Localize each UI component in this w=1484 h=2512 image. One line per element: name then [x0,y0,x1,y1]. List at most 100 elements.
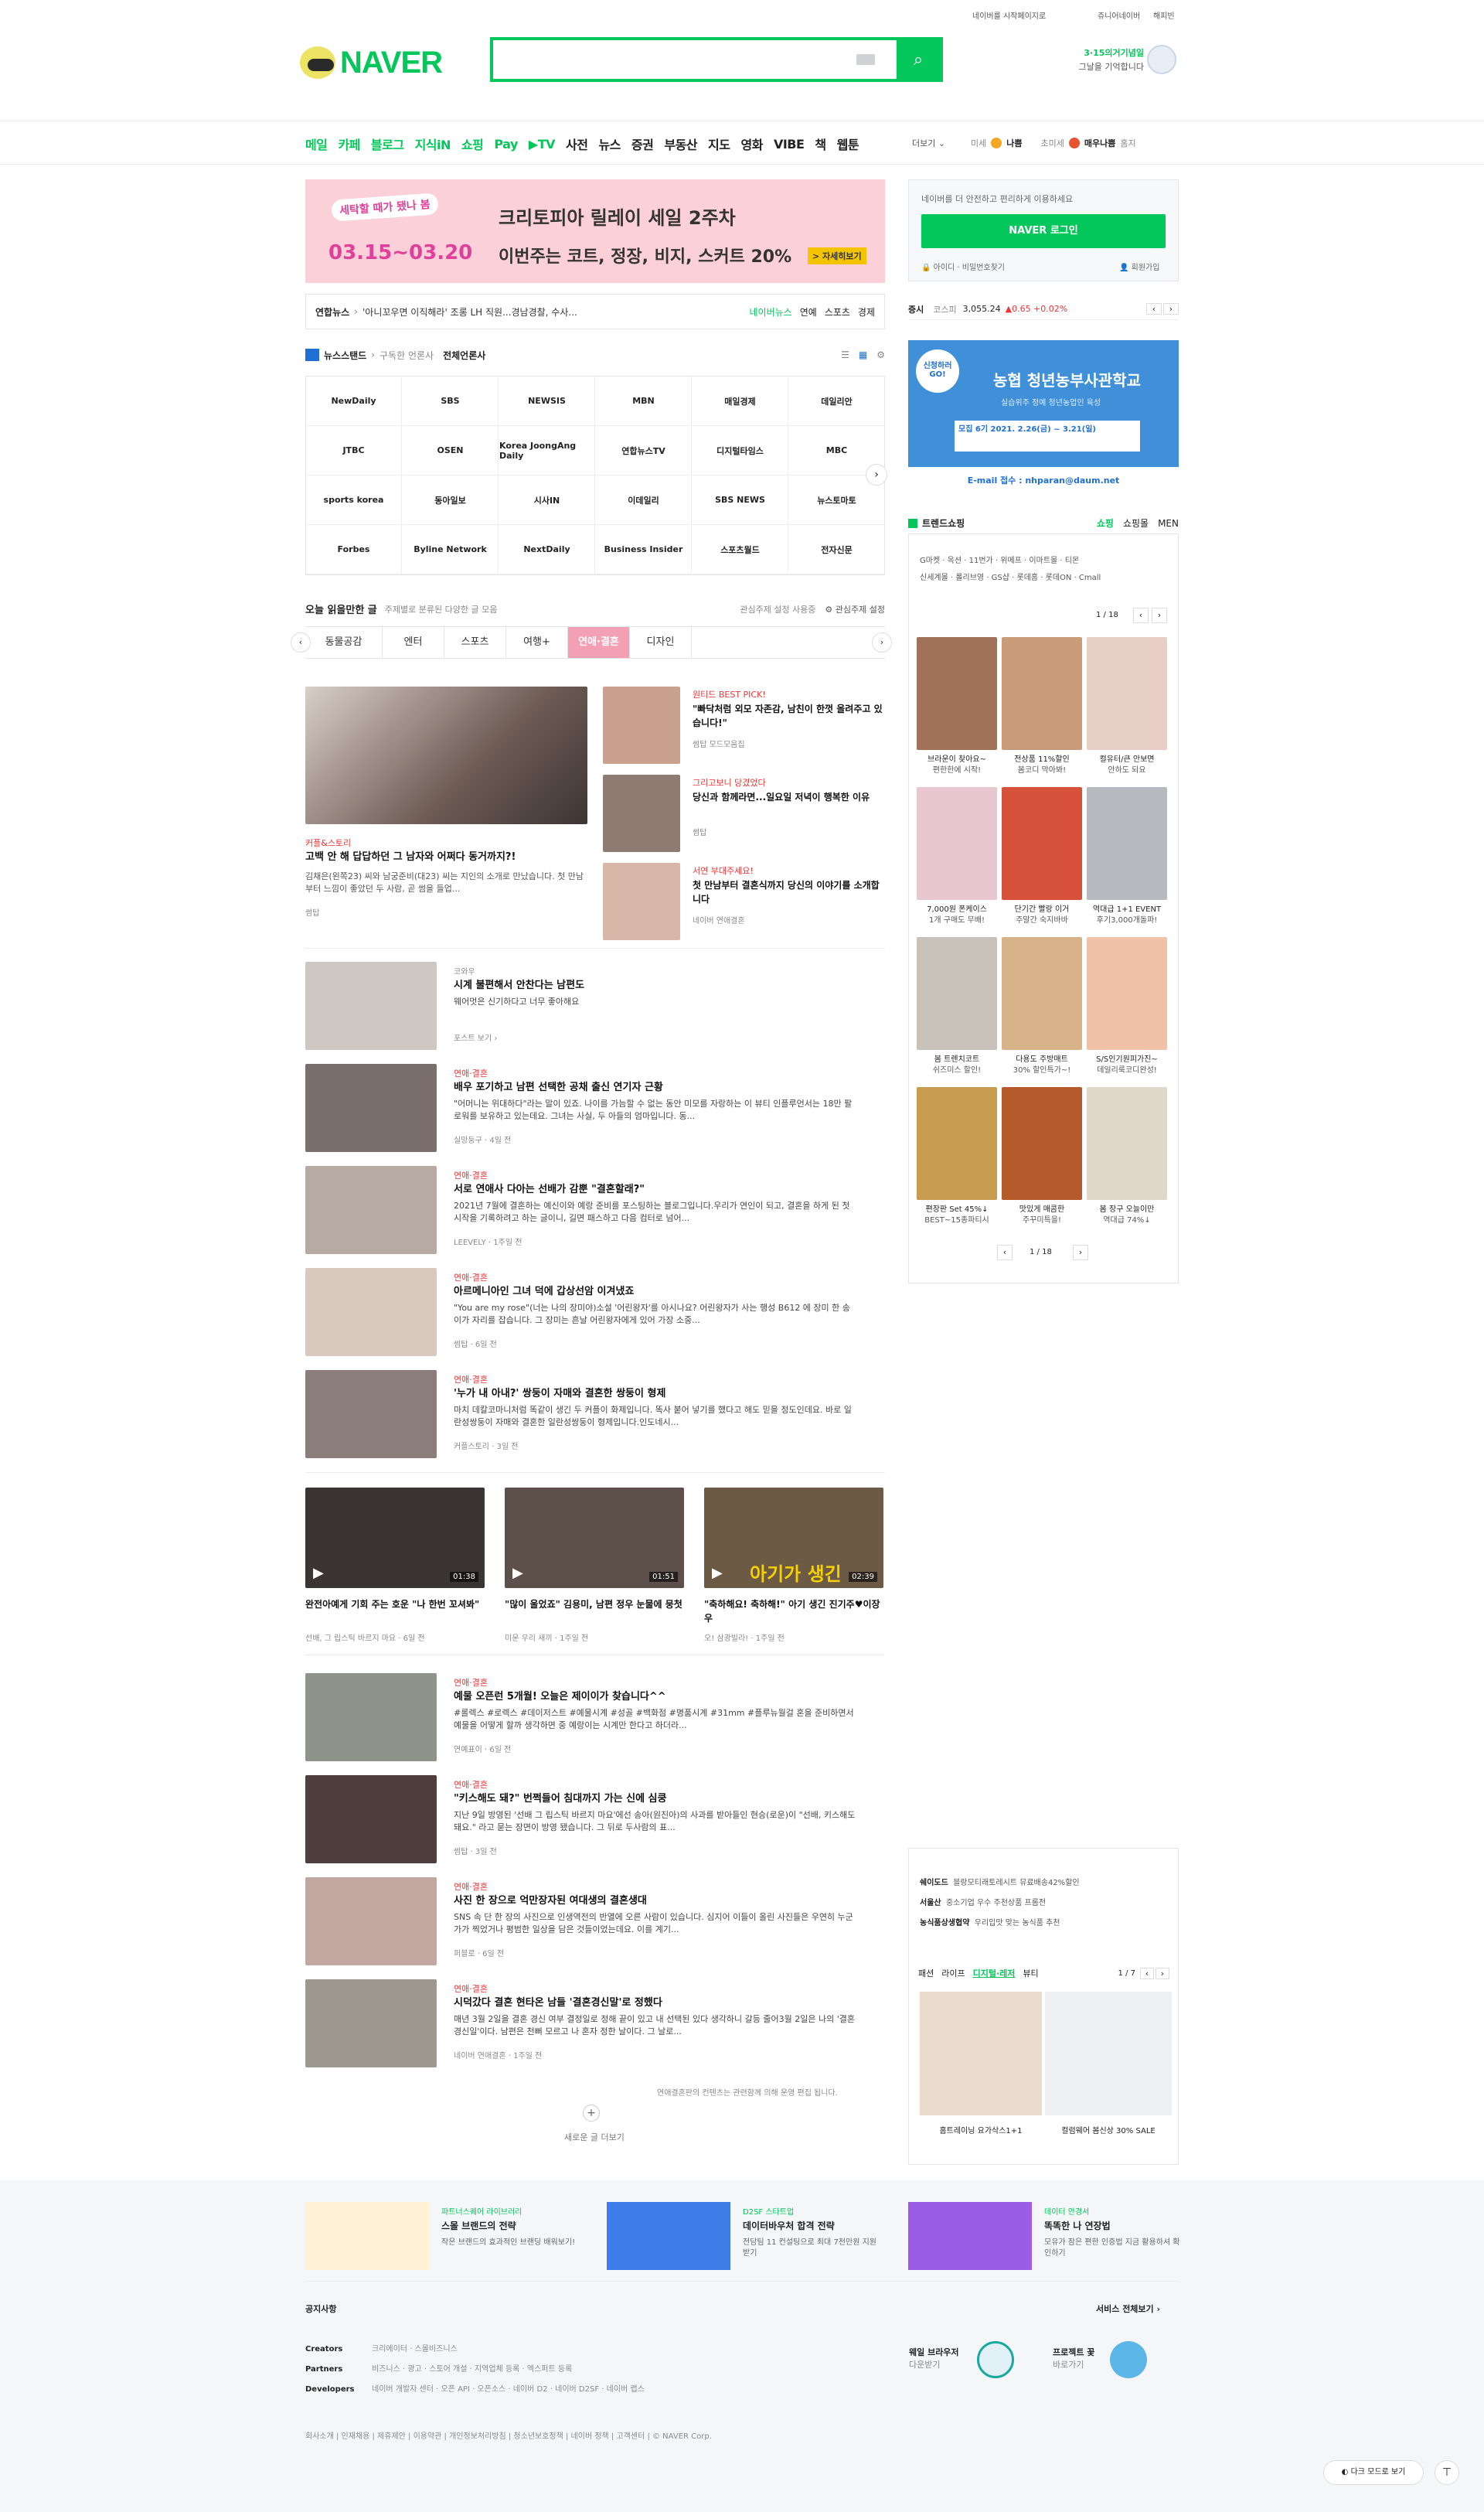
article-thumbnail[interactable] [305,1370,437,1458]
search-button[interactable]: ⌕ [897,40,940,79]
article-title[interactable]: '누가 내 아내?' 쌍둥이 자매와 결혼한 쌍둥이 형제 [454,1387,879,1401]
today-tab[interactable]: 스포츠 [444,627,506,658]
main-card-image[interactable] [305,687,587,824]
article-title[interactable]: 배우 포기하고 남편 선택한 공채 출신 연기자 근황 [454,1081,879,1095]
top-ad-banner[interactable]: 세탁할 때가 됐나 봄 03.15~03.20 크리토피아 릴레이 세일 2주차… [305,179,885,283]
nav-item[interactable]: 메일 [305,135,328,153]
nav-item[interactable]: 뉴스 [598,135,621,153]
article-title[interactable]: 시덕갔다 결혼 현타온 남들 '결혼경신말'로 정했다 [454,1996,879,2010]
article-category[interactable]: 연애·결혼 [454,1982,488,1995]
newsstand-all[interactable]: 전체언론사 [443,349,485,362]
today-tab[interactable]: 동물공감 [305,627,383,658]
article-thumbnail[interactable] [305,1775,437,1863]
grid-view-icon[interactable]: ▦ [859,349,867,360]
article-thumbnail[interactable] [305,1064,437,1152]
shop-item-image[interactable] [917,1087,997,1200]
article-category[interactable]: 연애·결혼 [454,1271,488,1283]
video-title[interactable]: "많이 울었죠" 김용미, 남편 정우 눈물에 뭉첫 [505,1597,684,1611]
keyboard-icon[interactable] [856,54,875,65]
shop-item-image[interactable] [917,787,997,900]
shop-item-title[interactable]: 편장판 Set 45%↓ [917,1205,997,1215]
video-title[interactable]: "축하해요! 축하해!" 아기 생긴 진기주♥이장우 [704,1597,883,1625]
today-next-button[interactable]: › [872,632,892,653]
shop-item-image[interactable] [1087,637,1167,750]
nav-item[interactable]: 증권 [631,135,654,153]
trend-mall-row1[interactable]: G마켓 · 옥션 · 11번가 · 위메프 · 이마트몰 · 티몬 [920,554,1079,565]
press-logo[interactable]: sports korea [306,475,402,525]
press-logo[interactable]: 이데일리 [596,475,692,525]
project-flower-link[interactable]: 프로젝트 꽃 바로가기 [1053,2346,1094,2371]
side-card-category[interactable]: 그리고보니 당겼었다 [693,776,766,789]
search-box[interactable]: ⌕ [490,37,943,82]
today-setting-button[interactable]: ⚙ 관심주제 설정 [825,603,885,615]
trend-next[interactable]: › [1152,608,1167,623]
bottom-links[interactable]: 회사소개 | 인재채용 | 제휴제안 | 이용약관 | 개인정보처리방침 | 청… [305,2429,712,2441]
article-title[interactable]: 서로 연애사 다아는 선배가 감뿐 "결혼할래?" [454,1183,879,1197]
shop-item-title[interactable]: 다용도 주방매트 [1002,1055,1082,1065]
happybean-link[interactable]: 해피빈 [1153,9,1175,21]
shop-item-image[interactable] [917,637,997,750]
article-title[interactable]: "키스해도 돼?" 번쩍들어 침대까지 가는 신에 심쿵 [454,1792,879,1806]
trend-prev[interactable]: ‹ [1133,608,1149,623]
nav-item[interactable]: VIBE [774,137,805,152]
ad-banner-nh[interactable]: 신청하러 GO! 농협 청년농부사관학교 실습위주 정예 청년농업인 육성 모집… [908,340,1179,495]
find-account-link[interactable]: 🔒 아이디 · 비밀번호찾기 [921,261,1005,272]
login-button[interactable]: NAVER 로그인 [921,214,1166,248]
shop-item-title[interactable]: 맛있게 매콤한 [1002,1205,1082,1215]
nav-item[interactable]: ▶TV [529,137,556,152]
trend-tab-men[interactable]: MEN [1158,518,1179,529]
naver-logo[interactable]: NAVER [300,37,470,88]
shop-item-title[interactable]: 단기간 빨랑 이거 [1002,905,1082,915]
article-category[interactable]: 연애·결혼 [454,1169,488,1181]
press-next-button[interactable]: › [866,464,887,486]
today-prev-button[interactable]: ‹ [291,632,311,653]
video-title[interactable]: 완전아예게 기회 주는 호운 "나 한번 꼬셔봐" [305,1597,485,1611]
today-tab[interactable]: 여행+ [506,627,568,658]
video-thumbnail[interactable]: ▶ 01:38 [305,1488,485,1588]
nav-item[interactable]: 사전 [566,135,588,153]
ticker-tab-sports[interactable]: 스포츠 [825,305,850,319]
shop-item-image[interactable] [1087,937,1167,1050]
nav-item[interactable]: 블로그 [371,135,404,153]
stock-index-name[interactable]: 코스피 [933,303,956,315]
article-title[interactable]: 시계 불편해서 안찬다는 남편도 [454,979,879,993]
more-menu[interactable]: 더보기 ⌄ [912,137,945,149]
video-thumbnail[interactable]: ▶ 01:51 [505,1488,684,1588]
press-logo[interactable]: 매일경제 [693,377,788,426]
nav-item[interactable]: 지식iN [415,135,451,153]
press-logo[interactable]: 스포츠월드 [693,525,788,574]
dark-mode-button[interactable]: ◐ 다크 모드로 보기 [1323,2460,1424,2485]
press-logo[interactable]: Korea JoongAng Daily [499,426,595,475]
article-category[interactable]: 연애·결혼 [454,1067,488,1079]
article-category[interactable]: 연애·결혼 [454,1778,488,1791]
shop-item-title[interactable]: 컬유터/큰 안보면 [1087,755,1167,765]
press-logo[interactable]: 전자신문 [789,525,884,574]
newsstand-subscribed[interactable]: 구독한 언론사 [380,349,434,362]
ticker-tab-naver-news[interactable]: 네이버뉴스 [749,305,791,319]
doodle-title[interactable]: 3·15의거기념일 [1059,46,1144,59]
press-logo[interactable]: OSEN [403,426,499,475]
shop-item-title[interactable]: 봄 트렌치코트 [917,1055,997,1065]
shop-item-title[interactable]: 7,000원 폰케이스 [917,905,997,915]
promo-title[interactable]: 스몰 브랜드의 전략 [441,2219,516,2232]
today-tab[interactable]: 엔터 [383,627,444,658]
trend-mall-row2[interactable]: 신세계몰 · 롤리브영 · GS샵 · 롯데홈 · 롯데ON · Cmall [920,571,1101,582]
today-tab[interactable]: 연애·결혼 [568,627,630,658]
service-all-link[interactable]: 서비스 전체보기 › [1096,2302,1160,2315]
press-logo[interactable]: MBN [596,377,692,426]
shop-item-image[interactable] [1002,787,1082,900]
nav-item[interactable]: 부동산 [664,135,697,153]
shop-item-image[interactable] [1002,1087,1082,1200]
side-card-title[interactable]: 당신과 함께라면...일요일 저녁이 행복한 이유 [693,790,886,804]
shop-item-title[interactable]: 역대급 1+1 EVENT [1087,905,1167,915]
side-card-category[interactable]: 서연 부대주세요! [693,864,754,877]
article-title[interactable]: 사진 한 장으로 억만장자된 여대생의 결혼생대 [454,1894,879,1908]
scroll-top-button[interactable]: ⊤ [1435,2460,1459,2485]
promo-title[interactable]: 데이터바우처 합격 전략 [743,2219,835,2232]
press-logo[interactable]: 시사IN [499,475,595,525]
article-source[interactable]: 코와우 [454,965,475,977]
more-posts-button[interactable]: 새로운 글 더보기 [564,2131,625,2143]
jr-naver-link[interactable]: 쥬니어네이버 [1098,9,1140,21]
shop-item-title[interactable]: S/S인기원피가진~ [1087,1055,1167,1065]
press-logo[interactable]: NewDaily [306,377,402,426]
